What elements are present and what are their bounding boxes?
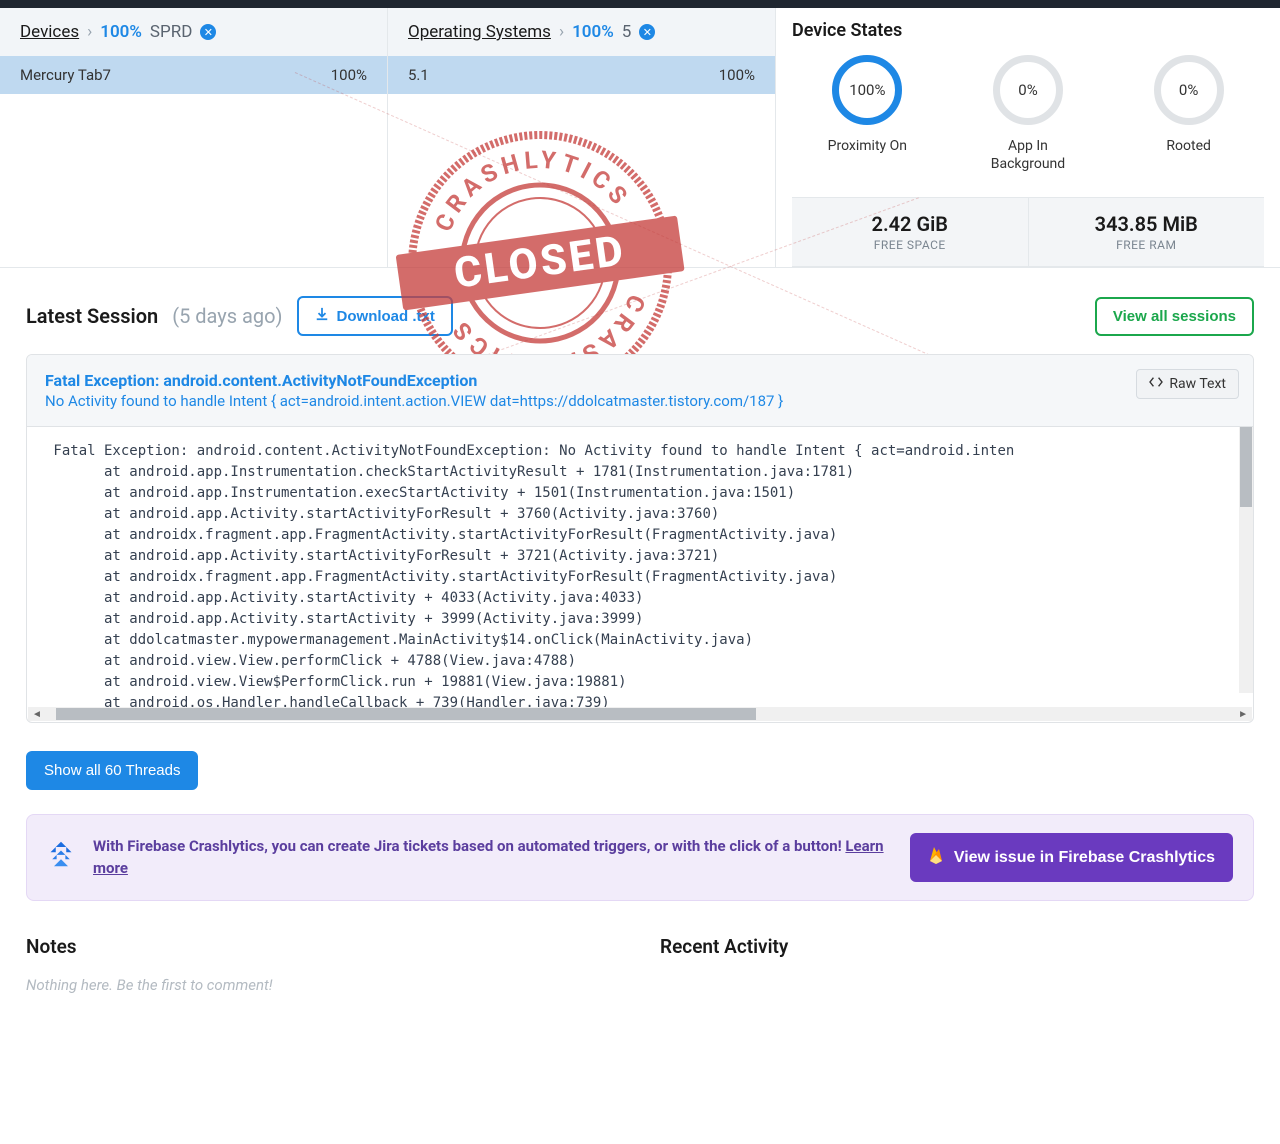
notes-title: Notes [26, 935, 620, 958]
download-icon [315, 307, 329, 325]
firebase-icon [928, 845, 944, 870]
breadcrumb-devices[interactable]: Devices [20, 22, 79, 42]
device-percent: 100% [331, 66, 367, 84]
gauge-label: Proximity On [828, 137, 907, 155]
exception-message: No Activity found to handle Intent { act… [45, 392, 1235, 410]
raw-text-button[interactable]: Raw Text [1136, 369, 1239, 399]
gauge: 0% App In Background [972, 55, 1084, 173]
download-txt-label: Download .txt [337, 308, 435, 325]
close-icon[interactable]: ✕ [200, 24, 216, 40]
breadcrumb-separator: › [559, 22, 564, 42]
latest-session-title: Latest Session [26, 304, 158, 328]
device-states-title: Device States [792, 8, 1264, 49]
firebase-banner: With Firebase Crashlytics, you can creat… [26, 814, 1254, 901]
devices-percentage: 100% [100, 22, 142, 42]
devices-filter-term: SPRD [150, 22, 192, 42]
gauge-ring: 0% [993, 55, 1063, 125]
os-name: 5.1 [408, 66, 429, 84]
code-icon [1149, 376, 1163, 392]
os-row[interactable]: 5.1 100% [388, 56, 775, 94]
view-firebase-label: View issue in Firebase Crashlytics [954, 849, 1215, 867]
jira-icon [47, 840, 75, 875]
memory-value: 2.42 GiB [800, 212, 1020, 236]
latest-session-time: (5 days ago) [172, 304, 282, 328]
gauge: 0% Rooted [1133, 55, 1245, 173]
close-icon[interactable]: ✕ [639, 24, 655, 40]
horizontal-scrollbar[interactable]: ◄ ► [28, 707, 1252, 721]
os-percent: 100% [719, 66, 755, 84]
scroll-left-icon[interactable]: ◄ [28, 707, 46, 722]
vertical-scrollbar[interactable] [1239, 427, 1253, 693]
download-txt-button[interactable]: Download .txt [297, 296, 453, 336]
scroll-right-icon[interactable]: ► [1234, 707, 1252, 722]
gauge: 100% Proximity On [811, 55, 923, 173]
view-all-sessions-button[interactable]: View all sessions [1095, 297, 1254, 336]
gauge-ring: 0% [1154, 55, 1224, 125]
gauge-ring: 100% [832, 55, 902, 125]
memory-label: FREE RAM [1037, 238, 1257, 252]
view-firebase-button[interactable]: View issue in Firebase Crashlytics [910, 833, 1233, 882]
gauge-label: Rooted [1166, 137, 1211, 155]
recent-activity-title: Recent Activity [660, 935, 1254, 958]
raw-text-label: Raw Text [1169, 376, 1226, 392]
device-name: Mercury Tab7 [20, 66, 111, 84]
svg-text:CRASHLYTICS: CRASHLYTICS [420, 132, 638, 239]
os-percentage: 100% [572, 22, 614, 42]
banner-text: With Firebase Crashlytics, you can creat… [93, 837, 845, 855]
notes-placeholder: Nothing here. Be the first to comment! [26, 976, 620, 994]
breadcrumb-os[interactable]: Operating Systems [408, 22, 551, 42]
memory-value: 343.85 MiB [1037, 212, 1257, 236]
memory-cell: 343.85 MiB FREE RAM [1029, 198, 1265, 266]
gauge-label: App In Background [972, 137, 1084, 173]
os-filter-term: 5 [622, 22, 632, 42]
show-all-threads-button[interactable]: Show all 60 Threads [26, 751, 198, 790]
exception-title: Fatal Exception: android.content.Activit… [45, 371, 1235, 390]
memory-label: FREE SPACE [800, 238, 1020, 252]
stack-trace[interactable]: Fatal Exception: android.content.Activit… [27, 427, 1253, 707]
memory-cell: 2.42 GiB FREE SPACE [792, 198, 1029, 266]
breadcrumb-separator: › [87, 22, 92, 42]
